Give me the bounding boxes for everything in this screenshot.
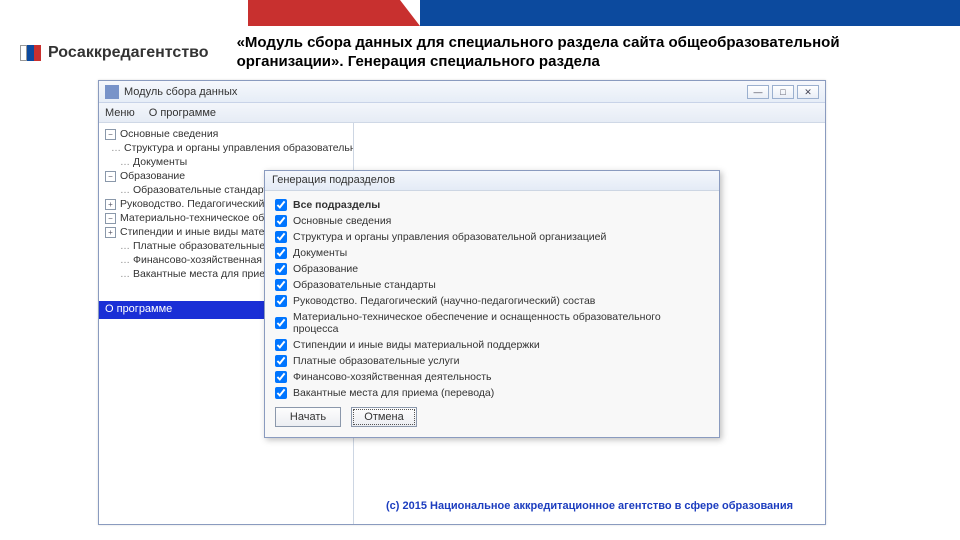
check-label: Документы (293, 247, 347, 259)
tree-label: Документы (133, 156, 187, 168)
start-button[interactable]: Начать (275, 407, 341, 427)
menu-file[interactable]: Меню (105, 107, 135, 119)
menu-about[interactable]: О программе (149, 107, 216, 119)
check-all-box[interactable] (275, 199, 287, 211)
check-label: Стипендии и иные виды материальной подде… (293, 339, 540, 351)
check-structure[interactable]: Структура и органы управления образовате… (275, 229, 709, 245)
check-label: Основные сведения (293, 215, 391, 227)
brand-name: Росаккредагентство (48, 44, 209, 62)
check-education[interactable]: Образование (275, 261, 709, 277)
tree-label: Образование (120, 170, 185, 182)
tree-label: Образовательные стандарты (133, 184, 276, 196)
tree-label: Вакантные места для приема (133, 268, 278, 280)
check-label: Платные образовательные услуги (293, 355, 460, 367)
check-label: Руководство. Педагогический (научно-педа… (293, 295, 595, 307)
copyright: (c) 2015 Национальное аккредитационное а… (386, 500, 793, 512)
brand-row: Росаккредагентство «Модуль сбора данных … (0, 26, 960, 76)
checkbox[interactable] (275, 317, 287, 329)
banner-red (248, 0, 400, 26)
tree-node-basic[interactable]: −Основные сведения (103, 127, 349, 141)
tree-label: Руководство. Педагогический (120, 198, 264, 210)
tree-label: Структура и органы управления образовате… (124, 142, 354, 154)
check-label: Вакантные места для приема (перевода) (293, 387, 494, 399)
menubar: Меню О программе (99, 103, 825, 123)
check-label: Все подразделы (293, 199, 380, 211)
check-vacancies[interactable]: Вакантные места для приема (перевода) (275, 385, 709, 401)
check-label: Материально-техническое обеспечение и ос… (293, 311, 709, 335)
tree-label: Материально-техническое обе (120, 212, 270, 224)
dialog-title[interactable]: Генерация подразделов (265, 171, 719, 191)
tree-label: Финансово-хозяйственная дея (133, 254, 283, 266)
banner-white (0, 0, 248, 26)
check-stipend[interactable]: Стипендии и иные виды материальной подде… (275, 337, 709, 353)
tree-label: Платные образовательные усл (133, 240, 285, 252)
banner-blue (420, 0, 960, 26)
checkbox[interactable] (275, 215, 287, 227)
check-standards[interactable]: Образовательные стандарты (275, 277, 709, 293)
checkbox[interactable] (275, 371, 287, 383)
titlebar[interactable]: Модуль сбора данных — □ ✕ (99, 81, 825, 103)
checkbox[interactable] (275, 339, 287, 351)
tree-node-structure[interactable]: …Структура и органы управления образоват… (103, 141, 349, 155)
check-material[interactable]: Материально-техническое обеспечение и ос… (275, 309, 709, 337)
app-icon (105, 85, 119, 99)
tree-node-docs[interactable]: …Документы (103, 155, 349, 169)
slide-title: «Модуль сбора данных для специального ра… (237, 34, 897, 72)
checkbox[interactable] (275, 355, 287, 367)
minimize-button[interactable]: — (747, 85, 769, 99)
checkbox[interactable] (275, 387, 287, 399)
check-basic[interactable]: Основные сведения (275, 213, 709, 229)
generate-dialog: Генерация подразделов Все подразделы Осн… (264, 170, 720, 438)
maximize-button[interactable]: □ (772, 85, 794, 99)
check-label: Образовательные стандарты (293, 279, 436, 291)
checkbox[interactable] (275, 263, 287, 275)
checkbox[interactable] (275, 247, 287, 259)
tree-label: Основные сведения (120, 128, 218, 140)
checkbox[interactable] (275, 279, 287, 291)
banner (0, 0, 960, 26)
check-label: Финансово-хозяйственная деятельность (293, 371, 492, 383)
cancel-button[interactable]: Отмена (351, 407, 417, 427)
check-label: Структура и органы управления образовате… (293, 231, 606, 243)
check-staff[interactable]: Руководство. Педагогический (научно-педа… (275, 293, 709, 309)
check-label: Образование (293, 263, 358, 275)
check-all[interactable]: Все подразделы (275, 197, 709, 213)
brand-logo-icon (20, 45, 42, 61)
check-docs[interactable]: Документы (275, 245, 709, 261)
check-finance[interactable]: Финансово-хозяйственная деятельность (275, 369, 709, 385)
check-paid[interactable]: Платные образовательные услуги (275, 353, 709, 369)
checkbox[interactable] (275, 231, 287, 243)
close-button[interactable]: ✕ (797, 85, 819, 99)
checkbox[interactable] (275, 295, 287, 307)
app-title: Модуль сбора данных (124, 86, 237, 98)
tree-label: Стипендии и иные виды матер (120, 226, 270, 238)
